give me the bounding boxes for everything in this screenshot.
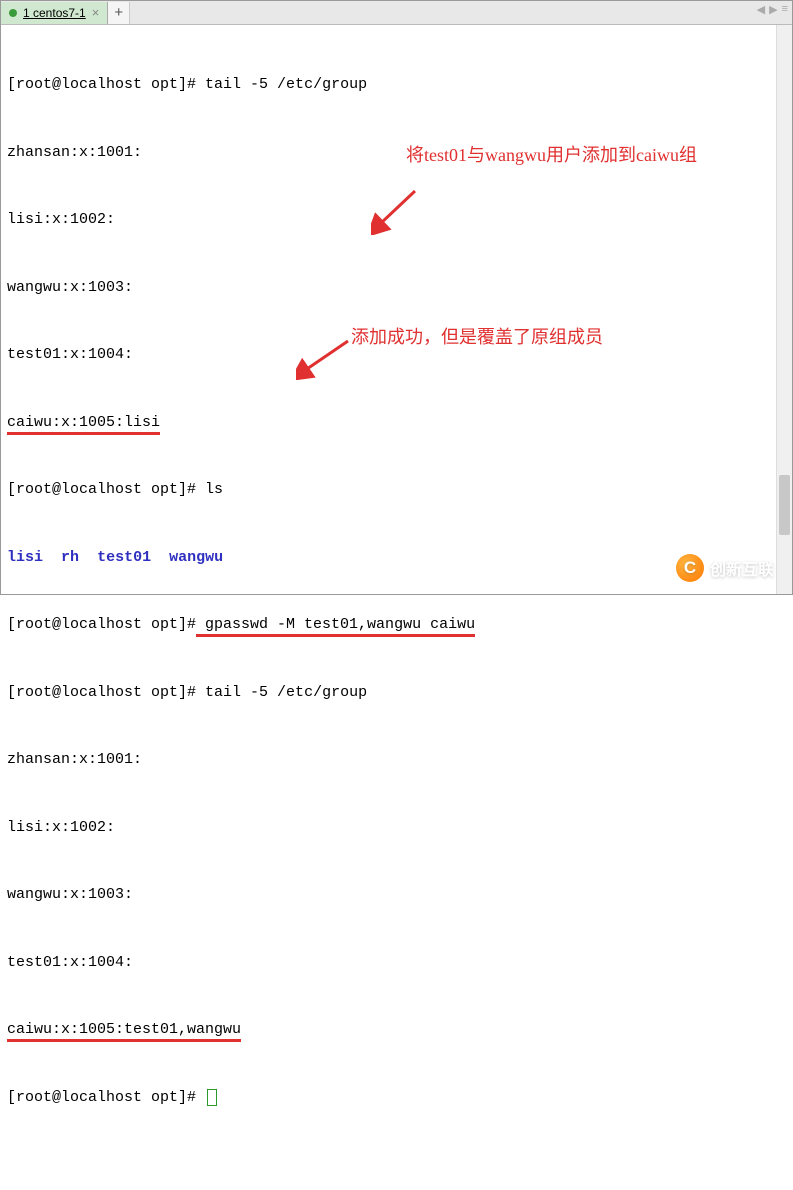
terminal-line: lisi:x:1002: [7, 209, 786, 232]
watermark-text: 创新互联 [710, 556, 774, 580]
terminal-line: test01:x:1004: [7, 952, 786, 975]
terminal-line: caiwu:x:1005:lisi [7, 412, 786, 435]
nav-menu-icon[interactable]: ≡ [782, 3, 788, 16]
terminal-line: [root@localhost opt]# tail -5 /etc/group [7, 682, 786, 705]
watermark: C 创新互联 [676, 554, 774, 582]
terminal-line: [root@localhost opt]# ls [7, 479, 786, 502]
terminal-line: lisi:x:1002: [7, 817, 786, 840]
tab-centos7-1[interactable]: 1 centos7-1 × [1, 2, 108, 24]
watermark-icon: C [676, 554, 704, 582]
nav-right-icon[interactable]: ▶ [769, 3, 777, 16]
cursor-icon [207, 1089, 217, 1106]
terminal-line: [root@localhost opt]# [7, 1087, 786, 1110]
nav-left-icon[interactable]: ◀ [757, 3, 765, 16]
add-tab-button[interactable]: + [108, 2, 130, 24]
status-dot-icon [9, 9, 17, 17]
tab-title: 1 centos7-1 [23, 6, 86, 20]
close-icon[interactable]: × [92, 5, 100, 20]
terminal-line: caiwu:x:1005:test01,wangwu [7, 1019, 786, 1042]
terminal-line: zhansan:x:1001: [7, 749, 786, 772]
terminal-line: [root@localhost opt]# gpasswd -M test01,… [7, 614, 786, 637]
terminal-output[interactable]: [root@localhost opt]# tail -5 /etc/group… [1, 25, 792, 594]
tab-navigation: ◀ ▶ ≡ [757, 3, 788, 16]
terminal-line: wangwu:x:1003: [7, 277, 786, 300]
annotation-text: 添加成功，但是覆盖了原组成员 [351, 325, 731, 349]
terminal-line: [root@localhost opt]# tail -5 /etc/group [7, 74, 786, 97]
annotation-text: 将test01与wangwu用户添加到caiwu组 [406, 143, 726, 167]
tab-bar: 1 centos7-1 × + ◀ ▶ ≡ [1, 1, 792, 25]
terminal-line: lisi rh test01 wangwu [7, 547, 786, 570]
scrollbar[interactable] [776, 25, 792, 594]
terminal-line: wangwu:x:1003: [7, 884, 786, 907]
scroll-thumb[interactable] [779, 475, 790, 535]
